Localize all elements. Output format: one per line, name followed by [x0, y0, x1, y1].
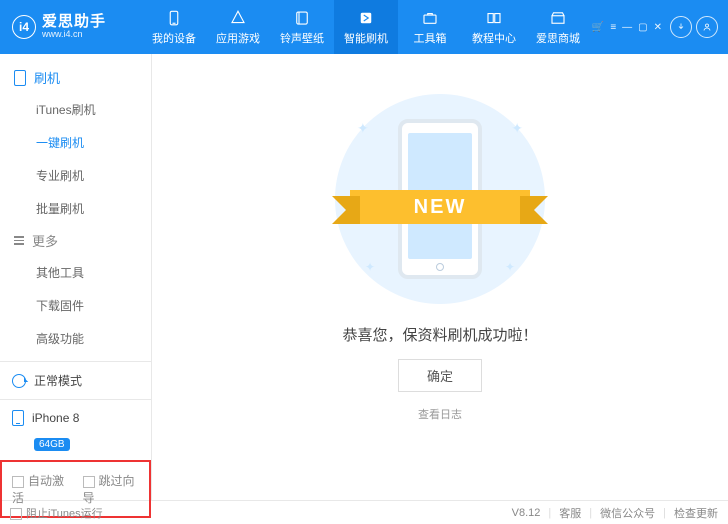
skip-guide-checkbox[interactable]: 跳过向导 [83, 472, 140, 506]
phone-icon [165, 9, 183, 27]
sidebar-item-itunes-flash[interactable]: iTunes刷机 [0, 93, 151, 126]
sidebar-group-flash[interactable]: 刷机 [0, 68, 151, 93]
phone-outline-icon [14, 70, 26, 86]
nav-flash[interactable]: 智能刷机 [334, 0, 398, 54]
nav-my-device[interactable]: 我的设备 [142, 0, 206, 54]
user-icon[interactable] [696, 16, 718, 38]
nav-tutorials[interactable]: 教程中心 [462, 0, 526, 54]
sidebar: 刷机 iTunes刷机 一键刷机 专业刷机 批量刷机 更多 其他工具 下载固件 … [0, 54, 152, 500]
flash-icon [357, 9, 375, 27]
apps-icon [229, 9, 247, 27]
block-itunes-checkbox[interactable]: 阻止iTunes运行 [10, 505, 103, 521]
top-nav: 我的设备 应用游戏 铃声壁纸 智能刷机 工具箱 教程中心 爱思商城 [142, 0, 590, 54]
nav-label: 应用游戏 [216, 30, 260, 46]
nav-label: 爱思商城 [536, 30, 580, 46]
menu-icon[interactable]: ≡ [610, 22, 616, 33]
device-name: iPhone 8 [32, 411, 79, 425]
nav-label: 铃声壁纸 [280, 30, 324, 46]
nav-toolbox[interactable]: 工具箱 [398, 0, 462, 54]
support-link[interactable]: 客服 [559, 505, 581, 521]
nav-label: 我的设备 [152, 30, 196, 46]
new-ribbon: NEW [350, 186, 530, 228]
nav-label: 智能刷机 [344, 30, 388, 46]
wechat-link[interactable]: 微信公众号 [600, 505, 655, 521]
device-mode-row[interactable]: 正常模式 [0, 362, 151, 399]
maximize-icon[interactable]: ▢ [638, 22, 647, 33]
view-log-link[interactable]: 查看日志 [418, 406, 462, 422]
book-icon [485, 9, 503, 27]
list-icon [14, 236, 24, 245]
app-logo: i4 爱思助手 www.i4.cn [12, 14, 142, 40]
version-label: V8.12 [512, 507, 541, 519]
sidebar-item-download-fw[interactable]: 下载固件 [0, 289, 151, 322]
ok-button[interactable]: 确定 [398, 359, 482, 392]
app-header: i4 爱思助手 www.i4.cn 我的设备 应用游戏 铃声壁纸 智能刷机 工具… [0, 0, 728, 54]
refresh-icon [12, 374, 26, 388]
auto-activate-checkbox[interactable]: 自动激活 [12, 472, 69, 506]
app-url: www.i4.cn [42, 30, 106, 40]
sidebar-item-onekey-flash[interactable]: 一键刷机 [0, 126, 151, 159]
device-mode-label: 正常模式 [34, 372, 82, 389]
success-message: 恭喜您，保资料刷机成功啦！ [342, 324, 537, 345]
cart-icon[interactable]: 🛒 [592, 22, 604, 33]
sidebar-item-other-tools[interactable]: 其他工具 [0, 256, 151, 289]
minimize-icon[interactable]: — [622, 22, 632, 33]
sidebar-group-title: 更多 [32, 231, 58, 250]
nav-apps[interactable]: 应用游戏 [206, 0, 270, 54]
storage-badge: 64GB [34, 438, 70, 451]
nav-store[interactable]: 爱思商城 [526, 0, 590, 54]
note-icon [293, 9, 311, 27]
sidebar-group-title: 刷机 [34, 68, 60, 87]
success-illustration: ✦✦ NEW [335, 94, 545, 304]
store-icon [549, 9, 567, 27]
toolbox-icon [421, 9, 439, 27]
download-icon[interactable] [670, 16, 692, 38]
nav-ringtones[interactable]: 铃声壁纸 [270, 0, 334, 54]
ribbon-text: NEW [350, 190, 530, 224]
window-controls: 🛒 ≡ — ▢ ✕ [592, 16, 720, 38]
app-title: 爱思助手 [42, 14, 106, 31]
sidebar-item-pro-flash[interactable]: 专业刷机 [0, 159, 151, 192]
logo-icon: i4 [12, 15, 36, 39]
main-content: ✦✦ NEW 恭喜您，保资料刷机成功啦！ 确定 查看日志 [152, 54, 728, 500]
nav-label: 工具箱 [414, 30, 447, 46]
check-update-link[interactable]: 检查更新 [674, 505, 718, 521]
sidebar-item-advanced[interactable]: 高级功能 [0, 322, 151, 355]
sidebar-item-batch-flash[interactable]: 批量刷机 [0, 192, 151, 225]
sidebar-group-more[interactable]: 更多 [0, 231, 151, 256]
close-icon[interactable]: ✕ [654, 22, 662, 33]
device-icon [12, 410, 24, 426]
nav-label: 教程中心 [472, 30, 516, 46]
device-row[interactable]: iPhone 8 [0, 399, 151, 436]
